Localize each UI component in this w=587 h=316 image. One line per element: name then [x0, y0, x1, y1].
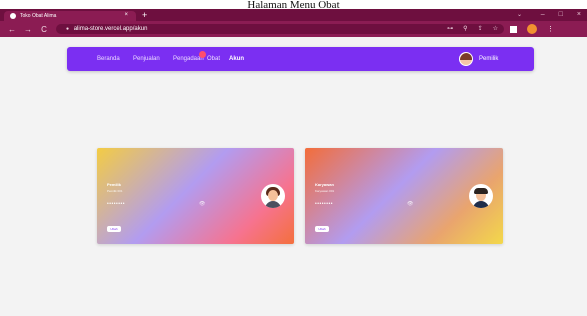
url-text: alima-store.vercel.app/akun — [73, 26, 148, 32]
extension-area: ⋮ — [510, 24, 554, 34]
nav-link-penjualan[interactable]: Penjualan — [133, 55, 160, 63]
reload-icon[interactable]: C — [40, 25, 48, 34]
tab-close-icon[interactable]: × — [124, 12, 128, 18]
edit-button[interactable]: Ubah — [315, 226, 329, 232]
avatar — [469, 184, 493, 208]
profile-icon[interactable] — [527, 24, 537, 34]
avatar — [261, 184, 285, 208]
figure-caption: Halaman Menu Obat — [247, 0, 340, 9]
nav-link-obat[interactable]: Obat — [207, 55, 220, 63]
zoom-icon[interactable]: ⚲ — [463, 24, 467, 34]
browser-menu-icon[interactable]: ⋮ — [547, 25, 554, 33]
omnibox-icons: ⊶ ⚲ ⇪ ☆ — [447, 24, 498, 34]
user-name[interactable]: Pemilik — [479, 55, 498, 63]
browser-tab-bar: Toko Obat Alima × — [0, 9, 587, 21]
tab-search-icon[interactable]: ⌄ — [517, 9, 522, 21]
lock-icon: ● — [66, 26, 70, 32]
share-icon[interactable]: ⇪ — [478, 24, 483, 34]
account-card-pemilik: Pemilik Pemilik 001 •••••••• 👁 Ubah — [97, 148, 294, 244]
card-subtitle: Karyawan 001 — [315, 189, 335, 193]
account-card-karyawan: Karyawan Karyawan 001 •••••••• 👁 Ubah — [305, 148, 503, 244]
eye-icon[interactable]: 👁 — [199, 201, 205, 207]
minimize-button[interactable]: – — [541, 9, 545, 21]
browser-toolbar: ← → C ● alima-store.vercel.app/akun ⊶ ⚲ … — [0, 21, 587, 37]
forward-icon[interactable]: → — [24, 25, 32, 34]
app-navbar: Beranda Penjualan Pengadaan Obat Akun Pe… — [67, 47, 534, 71]
notification-badge — [199, 51, 206, 58]
close-window-button[interactable]: × — [577, 9, 581, 21]
window-controls: – □ × — [541, 9, 581, 21]
back-icon[interactable]: ← — [8, 25, 16, 34]
card-name: Pemilik — [107, 182, 122, 187]
bookmark-star-icon[interactable]: ☆ — [493, 24, 498, 34]
card-subtitle: Pemilik 001 — [107, 189, 123, 193]
browser-tab[interactable]: Toko Obat Alima × — [4, 11, 136, 21]
card-name: Karyawan — [315, 182, 334, 187]
key-icon[interactable]: ⊶ — [447, 24, 453, 34]
tab-title: Toko Obat Alima — [20, 13, 57, 19]
card-password: •••••••• — [315, 201, 334, 207]
favicon-icon — [10, 13, 16, 19]
nav-link-beranda[interactable]: Beranda — [97, 55, 120, 63]
nav-link-akun[interactable]: Akun — [229, 55, 244, 63]
address-bar[interactable]: ● alima-store.vercel.app/akun ⊶ ⚲ ⇪ ☆ — [56, 24, 504, 34]
user-avatar[interactable] — [459, 52, 473, 66]
edit-button[interactable]: Ubah — [107, 226, 121, 232]
maximize-button[interactable]: □ — [559, 9, 563, 21]
new-tab-button[interactable]: + — [142, 9, 147, 21]
card-password: •••••••• — [107, 201, 126, 207]
sidepanel-icon[interactable] — [510, 25, 517, 33]
eye-icon[interactable]: 👁 — [407, 201, 413, 207]
